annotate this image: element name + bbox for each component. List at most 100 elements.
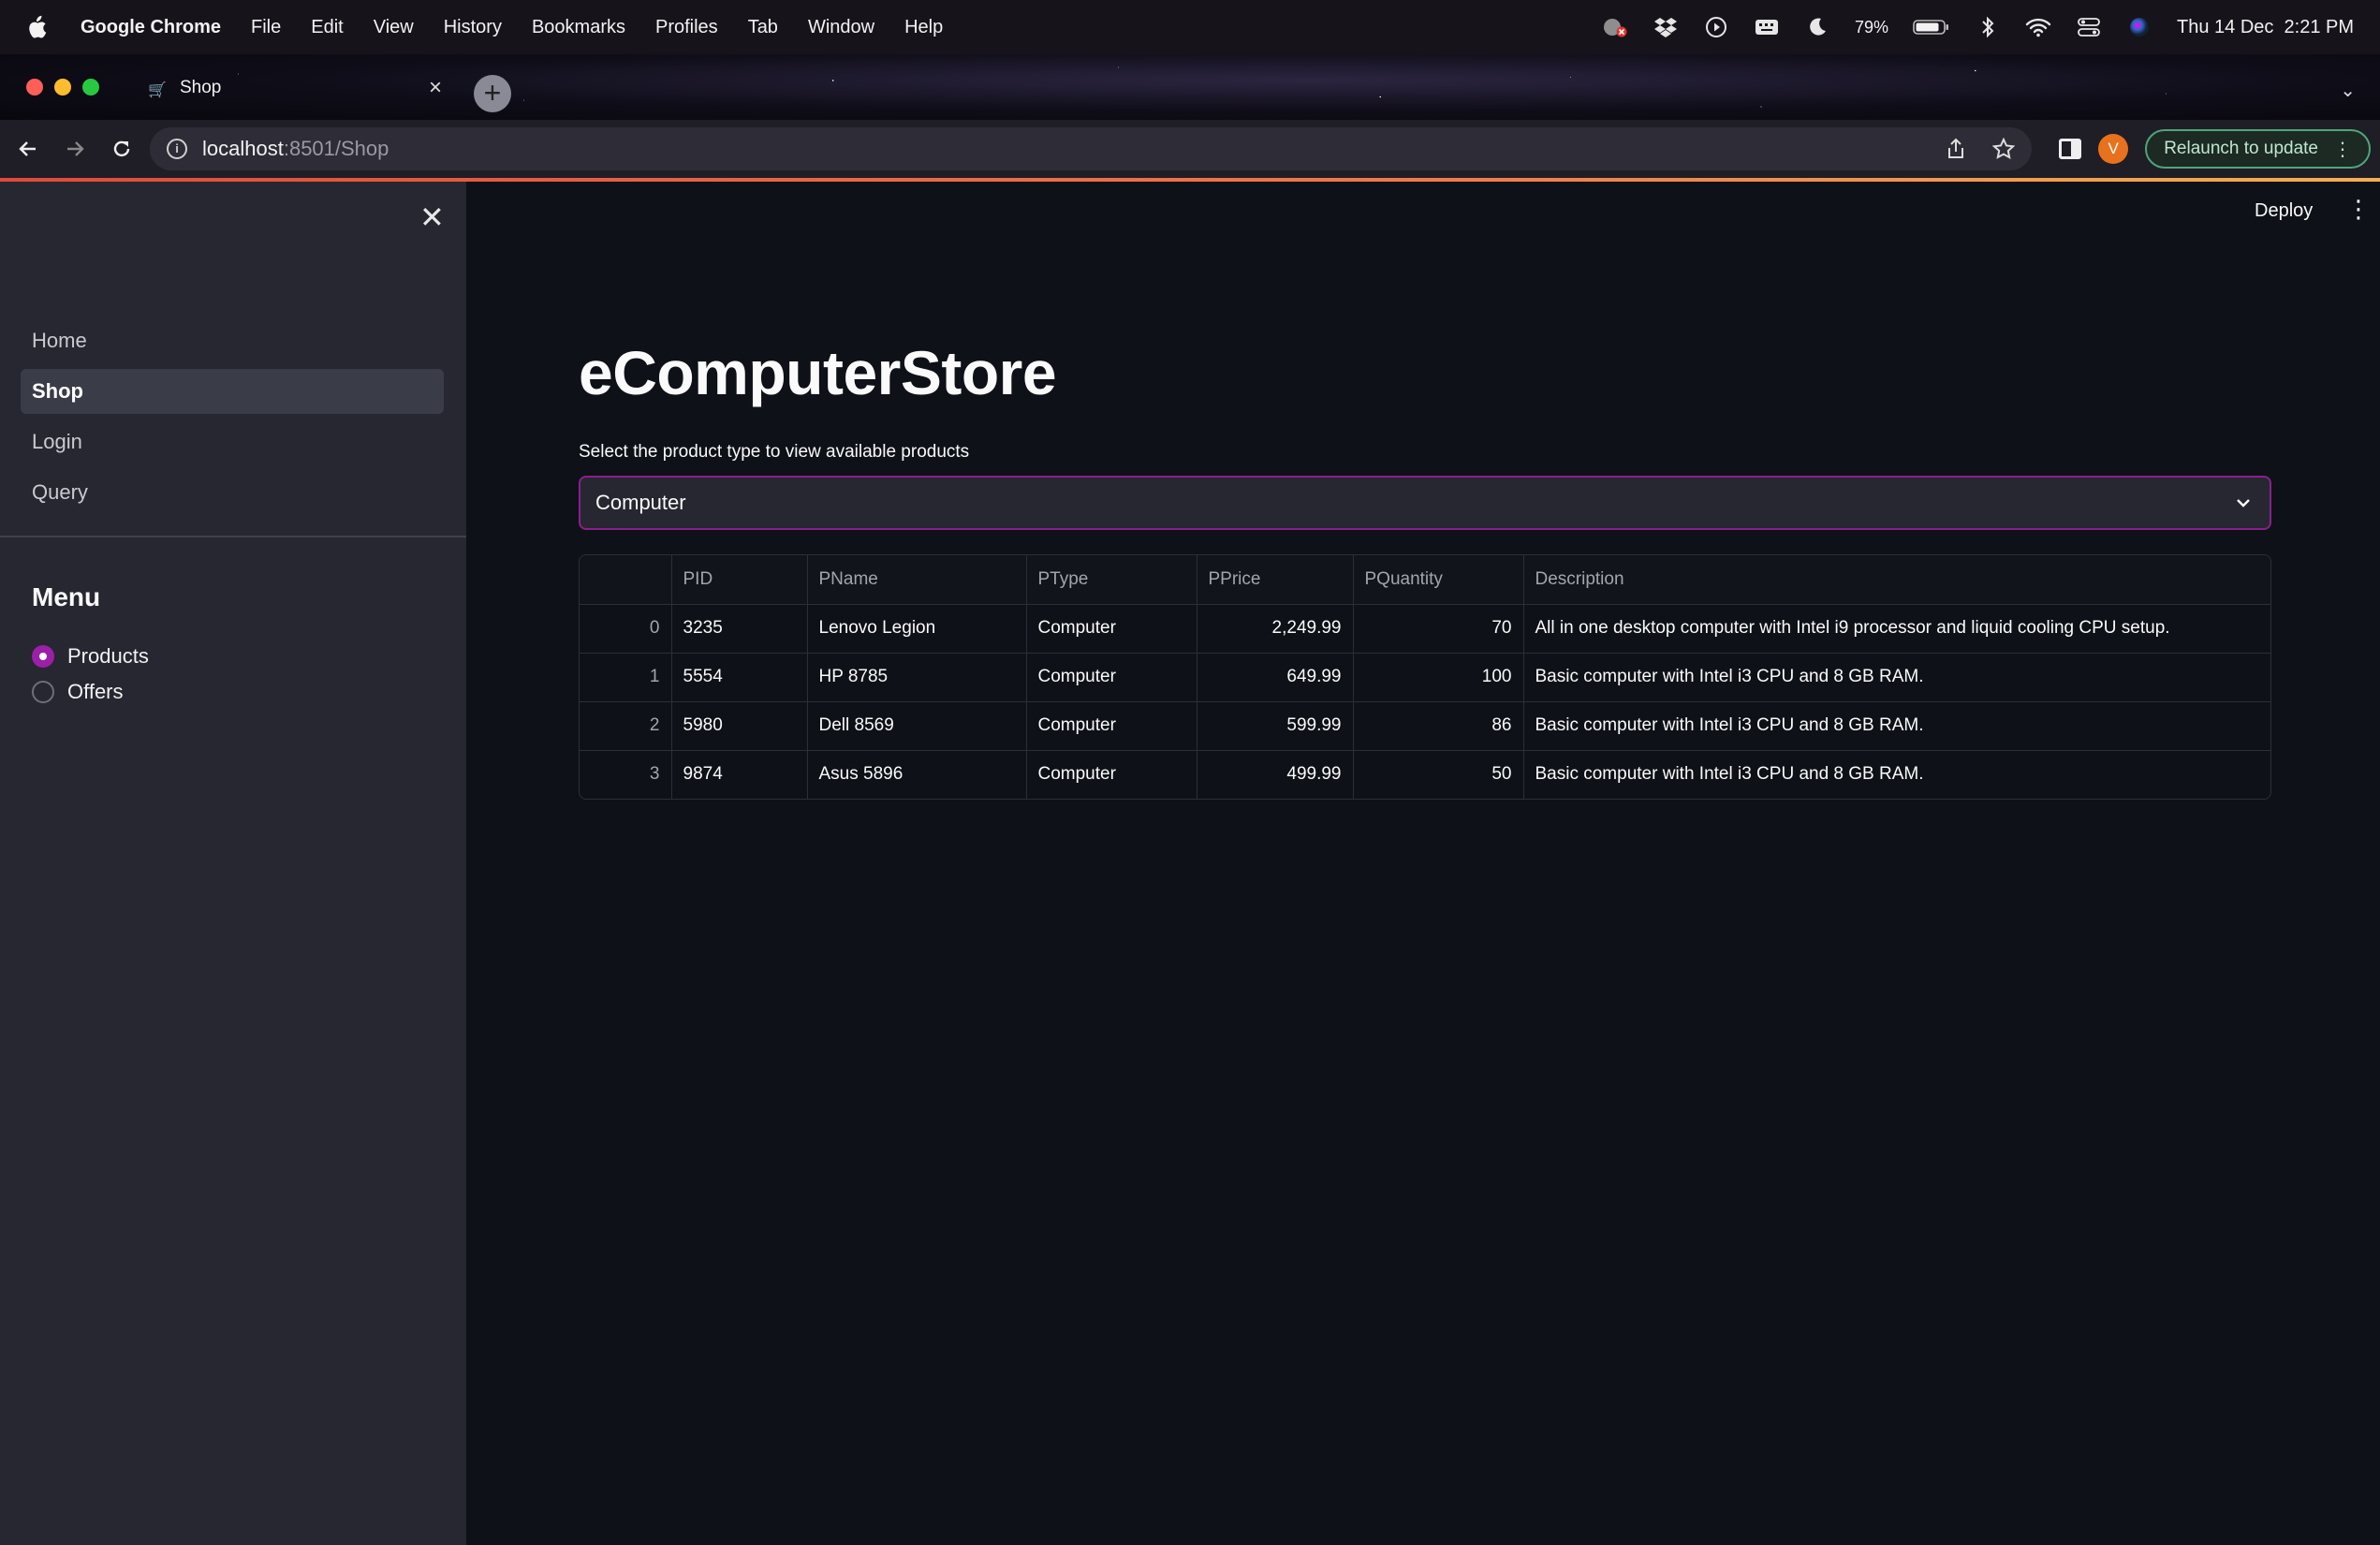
table-row: 1 5554 HP 8785 Computer 649.99 100 Basic… (580, 653, 2270, 702)
cell-description[interactable]: All in one desktop computer with Intel i… (1523, 604, 2270, 654)
back-button[interactable] (9, 130, 47, 168)
menu-profiles[interactable]: Profiles (655, 17, 718, 38)
nav-link-query[interactable]: Query (21, 470, 444, 515)
address-bar[interactable]: i localhost :8501/Shop (150, 127, 2032, 170)
apple-icon[interactable] (26, 15, 47, 39)
arrow-left-icon (19, 141, 36, 156)
vpn-status-icon[interactable] (1602, 16, 1628, 38)
cell-description[interactable]: Basic computer with Intel i3 CPU and 8 G… (1523, 750, 2270, 799)
side-panel-icon[interactable] (2059, 139, 2082, 159)
cell-ptype[interactable]: Computer (1026, 653, 1197, 702)
menu-history[interactable]: History (444, 17, 502, 38)
tab-title: Shop (180, 78, 222, 97)
cell-pquantity[interactable]: 50 (1353, 750, 1524, 799)
radio-unselected-icon[interactable] (32, 681, 54, 703)
dropbox-icon[interactable] (1653, 16, 1679, 38)
column-header-pquantity[interactable]: PQuantity (1353, 555, 1524, 605)
cell-pquantity[interactable]: 70 (1353, 604, 1524, 654)
menu-tab[interactable]: Tab (748, 17, 778, 38)
cell-pquantity[interactable]: 86 (1353, 701, 1524, 751)
menu-window[interactable]: Window (808, 17, 874, 38)
cell-pprice[interactable]: 499.99 (1197, 750, 1354, 799)
cell-pid[interactable]: 3235 (671, 604, 808, 654)
products-dataframe[interactable]: PID PName PType PPrice PQuantity Descrip… (579, 554, 2271, 800)
cell-pquantity[interactable]: 100 (1353, 653, 1524, 702)
cell-pprice[interactable]: 599.99 (1197, 701, 1354, 751)
radio-selected-icon[interactable] (32, 645, 54, 668)
relaunch-label: Relaunch to update (2164, 139, 2318, 158)
cell-pprice[interactable]: 2,249.99 (1197, 604, 1354, 654)
wifi-icon[interactable] (2025, 16, 2051, 38)
new-tab-button[interactable]: + (474, 75, 511, 112)
menu-edit[interactable]: Edit (311, 17, 343, 38)
menu-google-chrome[interactable]: Google Chrome (81, 17, 221, 38)
product-type-select-label: Select the product type to view availabl… (579, 442, 970, 462)
nav-link-shop[interactable]: Shop (21, 369, 444, 414)
cell-pname[interactable]: Dell 8569 (807, 701, 1027, 751)
menu-bookmarks[interactable]: Bookmarks (532, 17, 625, 38)
cell-ptype[interactable]: Computer (1026, 750, 1197, 799)
column-header-index[interactable] (580, 555, 672, 605)
window-minimize-button[interactable] (54, 79, 71, 96)
nav-link-login[interactable]: Login (21, 419, 444, 464)
deploy-button[interactable]: Deploy (2255, 200, 2313, 222)
radio-label-products: Products (67, 644, 149, 668)
select-value: Computer (595, 491, 686, 514)
cell-pid[interactable]: 5980 (671, 701, 808, 751)
window-close-button[interactable] (26, 79, 43, 96)
chrome-menu-kebab-icon[interactable]: ⋮ (2333, 138, 2352, 161)
cell-index[interactable]: 3 (580, 750, 672, 799)
relaunch-to-update-button[interactable]: Relaunch to update ⋮ (2145, 129, 2371, 169)
column-header-pid[interactable]: PID (671, 555, 808, 605)
column-header-pprice[interactable]: PPrice (1197, 555, 1354, 605)
tab-close-icon[interactable]: × (429, 75, 442, 101)
radio-option-offers[interactable]: Offers (32, 680, 124, 704)
cell-pname[interactable]: HP 8785 (807, 653, 1027, 702)
bluetooth-icon[interactable] (1975, 16, 2001, 38)
product-type-select[interactable]: Computer (579, 476, 2271, 530)
keyboard-icon[interactable] (1754, 16, 1780, 38)
control-center-icon[interactable] (2076, 16, 2102, 38)
close-sidebar-icon[interactable]: ✕ (419, 202, 445, 232)
cell-pprice[interactable]: 649.99 (1197, 653, 1354, 702)
media-play-icon[interactable] (1703, 16, 1729, 38)
browser-toolbar: i localhost :8501/Shop V Relaunch to upd… (0, 120, 2380, 178)
cell-ptype[interactable]: Computer (1026, 604, 1197, 654)
cell-pid[interactable]: 5554 (671, 653, 808, 702)
cell-pname[interactable]: Asus 5896 (807, 750, 1027, 799)
browser-tab-strip: 🛒 Shop × + ⌄ (0, 54, 2380, 120)
bookmark-star-icon[interactable] (1992, 138, 2015, 160)
column-header-ptype[interactable]: PType (1026, 555, 1197, 605)
cell-ptype[interactable]: Computer (1026, 701, 1197, 751)
siri-icon[interactable] (2126, 16, 2152, 38)
site-info-icon[interactable]: i (167, 139, 187, 159)
cell-pname[interactable]: Lenovo Legion (807, 604, 1027, 654)
radio-option-products[interactable]: Products (32, 644, 149, 669)
column-header-pname[interactable]: PName (807, 555, 1027, 605)
forward-button[interactable] (56, 130, 94, 168)
cell-index[interactable]: 1 (580, 653, 672, 702)
window-zoom-button[interactable] (82, 79, 99, 96)
table-header-row: PID PName PType PPrice PQuantity Descrip… (580, 555, 2270, 605)
menu-view[interactable]: View (374, 17, 414, 38)
profile-avatar[interactable]: V (2098, 134, 2129, 164)
share-icon[interactable] (1946, 138, 1966, 160)
arrow-right-icon (67, 141, 84, 156)
do-not-disturb-moon-icon[interactable] (1804, 16, 1830, 38)
menu-file[interactable]: File (251, 17, 281, 38)
cell-index[interactable]: 2 (580, 701, 672, 751)
battery-icon[interactable] (1913, 16, 1950, 38)
cell-pid[interactable]: 9874 (671, 750, 808, 799)
nav-link-home[interactable]: Home (21, 318, 444, 363)
menu-help[interactable]: Help (904, 17, 943, 38)
cell-description[interactable]: Basic computer with Intel i3 CPU and 8 G… (1523, 701, 2270, 751)
cart-favicon-icon: 🛒 (148, 82, 167, 98)
clock[interactable]: Thu 14 Dec 2:21 PM (2177, 17, 2354, 38)
main-menu-kebab-icon[interactable]: ⋮ (2346, 197, 2371, 221)
tab-search-chevron-icon[interactable]: ⌄ (2340, 79, 2356, 102)
cell-description[interactable]: Basic computer with Intel i3 CPU and 8 G… (1523, 653, 2270, 702)
cell-index[interactable]: 0 (580, 604, 672, 654)
reload-button[interactable] (103, 130, 140, 168)
browser-tab-shop[interactable]: 🛒 Shop × (131, 62, 459, 114)
column-header-description[interactable]: Description (1523, 555, 2270, 605)
